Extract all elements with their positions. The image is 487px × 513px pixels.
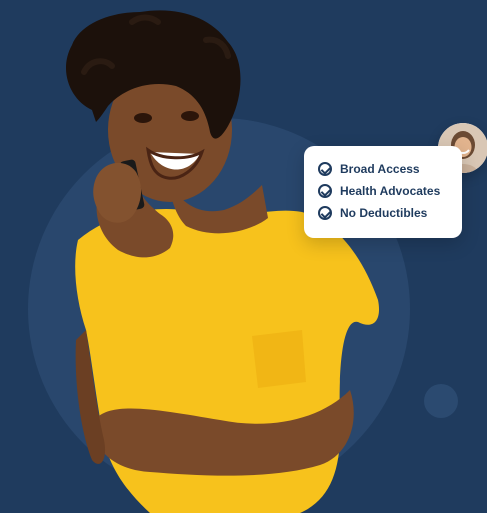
benefits-card: Broad Access Health Advocates No Deducti… <box>304 146 462 238</box>
check-circle-icon <box>318 184 332 198</box>
woman-on-phone-photo <box>65 10 380 513</box>
hand <box>93 162 142 223</box>
benefit-label: No Deductibles <box>340 206 428 220</box>
right-eye <box>181 111 199 121</box>
hero-visual: Broad Access Health Advocates No Deducti… <box>0 0 487 513</box>
left-eye <box>134 113 152 123</box>
benefit-item-no-deductibles: No Deductibles <box>318 202 462 224</box>
check-circle-icon <box>318 162 332 176</box>
benefit-item-broad-access: Broad Access <box>318 158 462 180</box>
benefit-label: Broad Access <box>340 162 420 176</box>
shirt-pocket <box>252 330 306 388</box>
check-circle-icon <box>318 206 332 220</box>
benefit-item-health-advocates: Health Advocates <box>318 180 462 202</box>
benefit-label: Health Advocates <box>340 184 441 198</box>
